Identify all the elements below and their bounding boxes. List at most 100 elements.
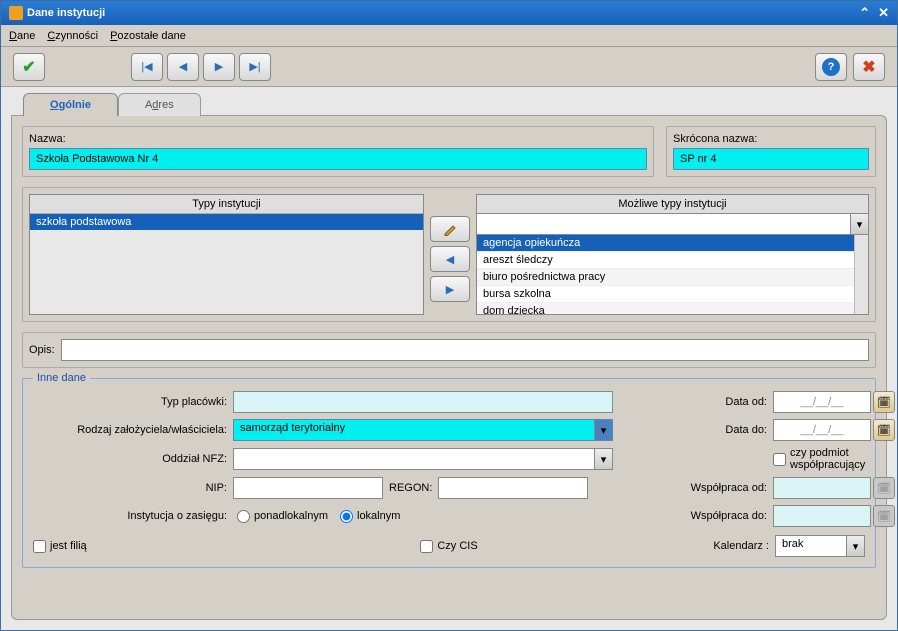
check-icon: ✔ [22, 57, 35, 77]
type-option[interactable]: agencja opiekuńcza [477, 235, 868, 252]
arrow-left-icon: ◀ [446, 253, 454, 266]
kalendarz-select[interactable]: brak ▾ [775, 535, 865, 557]
nav-last-button[interactable]: ▶| [239, 53, 271, 81]
data-od-cal-button[interactable]: 🗓 [873, 391, 895, 413]
nav-prev-button[interactable]: ◀ [167, 53, 199, 81]
menu-dane[interactable]: Dane [9, 30, 35, 42]
app-icon [9, 6, 23, 20]
edit-type-button[interactable] [430, 216, 470, 242]
czy-podmiot-checkbox[interactable] [773, 453, 786, 466]
content-area: Ogólnie Adres Nazwa: Skrócona nazwa: Typ… [1, 87, 897, 630]
typ-placowki-input[interactable] [233, 391, 613, 413]
data-od-label: Data od: [643, 396, 773, 408]
jest-filia-label: jest filią [50, 540, 87, 552]
last-icon: ▶| [249, 60, 260, 73]
data-do-input[interactable] [773, 419, 871, 441]
zasieg-lokal-radio[interactable]: lokalnym [340, 510, 400, 523]
nip-label: NIP: [33, 482, 233, 494]
data-do-label: Data do: [643, 424, 773, 436]
jest-filia-checkbox[interactable] [33, 540, 46, 553]
chevron-down-icon[interactable]: ▾ [594, 449, 612, 469]
collapse-icon[interactable]: ⌃ [859, 5, 870, 21]
window-title: Dane instytucji [27, 7, 105, 19]
wspolpraca-do-label: Współpraca do: [643, 510, 773, 522]
opis-box: Opis: [22, 332, 876, 368]
app-window: Dane instytucji ⌃ ✕ Dane Czynności Pozos… [0, 0, 898, 631]
tab-panel-ogolnie: Nazwa: Skrócona nazwa: Typy instytucji s… [11, 115, 887, 620]
typ-placowki-label: Typ placówki: [33, 396, 233, 408]
nav-first-button[interactable]: |◀ [131, 53, 163, 81]
tab-adres[interactable]: Adres [118, 93, 201, 116]
czy-podmiot-label: czy podmiot współpracujący [790, 447, 898, 471]
type-option[interactable]: bursa szkolna [477, 286, 868, 303]
types-left-item[interactable]: szkoła podstawowa [30, 214, 423, 230]
zasieg-label: Instytucja o zasięgu: [33, 510, 233, 522]
first-icon: |◀ [141, 60, 152, 73]
type-option[interactable]: dom dziecka [477, 303, 868, 315]
tab-ogolnie[interactable]: Ogólnie [23, 93, 118, 116]
skrocona-block: Skrócona nazwa: [666, 126, 876, 177]
menubar: Dane Czynności Pozostałe dane [1, 25, 897, 47]
pencil-icon [443, 222, 457, 236]
cancel-button[interactable]: ✖ [853, 53, 885, 81]
calendar-icon: 🗓 [877, 482, 891, 495]
chevron-down-icon[interactable]: ▾ [594, 420, 612, 440]
wspolpraca-od-label: Współpraca od: [643, 482, 773, 494]
types-dropdown[interactable]: agencja opiekuńcza areszt śledczy biuro … [476, 235, 869, 315]
nazwa-block: Nazwa: [22, 126, 654, 177]
nav-next-button[interactable]: ▶ [203, 53, 235, 81]
calendar-icon: 🗓 [877, 396, 891, 409]
type-option[interactable]: areszt śledczy [477, 252, 868, 269]
rodzaj-value: samorząd terytorialny [240, 422, 345, 434]
oddzial-label: Oddział NFZ: [33, 453, 233, 465]
wspolpraca-do-cal-button[interactable]: 🗓 [873, 505, 895, 527]
move-left-button[interactable]: ◀ [430, 246, 470, 272]
regon-label: REGON: [389, 482, 432, 494]
wspolpraca-od-input[interactable] [773, 477, 871, 499]
chevron-down-icon[interactable]: ▾ [846, 536, 864, 556]
kalendarz-label: Kalendarz : [713, 540, 769, 552]
menu-pozostale[interactable]: Pozostałe dane [110, 30, 186, 42]
types-right-panel: Możliwe typy instytucji ▾ agencja opieku… [476, 194, 869, 315]
prev-icon: ◀ [179, 60, 187, 73]
cancel-icon: ✖ [862, 57, 875, 77]
wspolpraca-od-cal-button[interactable]: 🗓 [873, 477, 895, 499]
types-left-list[interactable]: szkoła podstawowa [30, 214, 423, 314]
calendar-icon: 🗓 [877, 424, 891, 437]
opis-label: Opis: [29, 344, 55, 356]
move-right-button[interactable]: ▶ [430, 276, 470, 302]
accept-button[interactable]: ✔ [13, 53, 45, 81]
chevron-down-icon[interactable]: ▾ [850, 214, 868, 234]
inne-dane-box: Inne dane Typ placówki: Data od: 🗓 Rodza… [22, 378, 876, 568]
tabs: Ogólnie Adres [11, 93, 887, 116]
inne-legend: Inne dane [33, 372, 90, 384]
titlebar: Dane instytucji ⌃ ✕ [1, 1, 897, 25]
types-combo[interactable]: ▾ [476, 213, 869, 235]
skrocona-label: Skrócona nazwa: [673, 133, 869, 145]
oddzial-select[interactable]: ▾ [233, 448, 613, 470]
regon-input[interactable] [438, 477, 588, 499]
scrollbar[interactable] [854, 235, 868, 314]
skrocona-input[interactable] [673, 148, 869, 170]
opis-input[interactable] [61, 339, 869, 361]
types-right-header: Możliwe typy instytucji [476, 194, 869, 213]
types-mid-buttons: ◀ ▶ [430, 194, 470, 315]
data-do-cal-button[interactable]: 🗓 [873, 419, 895, 441]
kalendarz-value: brak [782, 538, 803, 550]
help-icon: ? [822, 58, 840, 76]
wspolpraca-do-input[interactable] [773, 505, 871, 527]
data-od-input[interactable] [773, 391, 871, 413]
zasieg-ponad-radio[interactable]: ponadlokalnym [237, 510, 328, 523]
help-button[interactable]: ? [815, 53, 847, 81]
type-option[interactable]: biuro pośrednictwa pracy [477, 269, 868, 286]
types-left-panel: Typy instytucji szkoła podstawowa [29, 194, 424, 315]
rodzaj-label: Rodzaj założyciela/właściciela: [33, 424, 233, 436]
czy-cis-checkbox[interactable] [420, 540, 433, 553]
menu-czynnosci[interactable]: Czynności [47, 30, 98, 42]
next-icon: ▶ [215, 60, 223, 73]
nip-input[interactable] [233, 477, 383, 499]
close-icon[interactable]: ✕ [878, 5, 889, 21]
nazwa-input[interactable] [29, 148, 647, 170]
rodzaj-select[interactable]: samorząd terytorialny ▾ [233, 419, 613, 441]
arrow-right-icon: ▶ [446, 283, 454, 296]
